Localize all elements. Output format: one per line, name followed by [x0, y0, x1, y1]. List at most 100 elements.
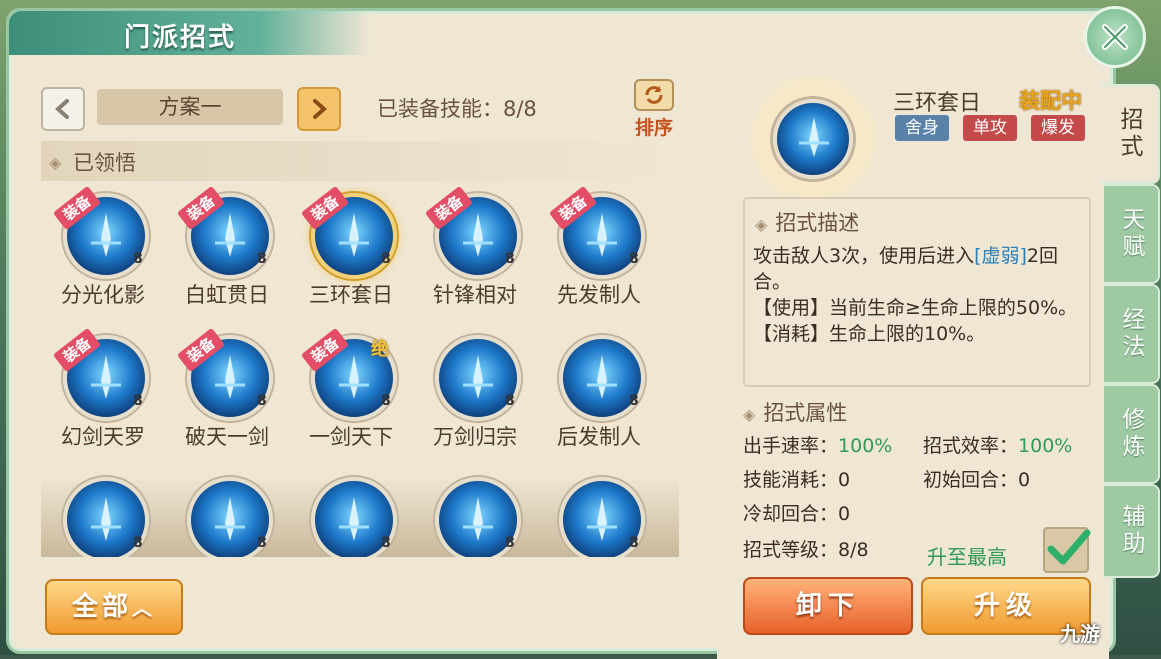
tab-cultivate[interactable]: 修炼: [1104, 384, 1160, 484]
description-line: 攻击敌人3次，使用后进入: [753, 245, 975, 267]
learned-label: 已领悟: [73, 151, 136, 175]
unequip-button[interactable]: 卸下: [743, 577, 913, 635]
skill-slot[interactable]: 8 万剑归宗: [413, 329, 533, 459]
sword-icon: [463, 355, 493, 399]
keyword-weak[interactable]: [虚弱]: [974, 245, 1027, 267]
close-icon: [1102, 24, 1128, 50]
checkmark-icon: [1047, 529, 1091, 565]
equip-status: 装配中: [1019, 89, 1082, 113]
skill-level: 8: [257, 535, 267, 551]
skill-level: 8: [381, 251, 391, 267]
skill-tag: 舍身: [895, 115, 949, 141]
description-header: ◈ 招式描述: [755, 207, 859, 237]
skill-level: 8: [629, 535, 639, 551]
attr-value: 100%: [1018, 435, 1073, 457]
refresh-icon: [634, 79, 674, 111]
title-bar: 门派招式: [9, 11, 369, 55]
attr-cooldown: 冷却回合：0: [743, 499, 850, 526]
attr-value: 8/8: [838, 539, 869, 561]
skill-level: 8: [381, 393, 391, 409]
skill-slot[interactable]: 装备 8 三环套日: [289, 187, 409, 317]
tab-assist[interactable]: 辅助: [1104, 484, 1160, 578]
close-button[interactable]: [1084, 6, 1146, 68]
skill-slot[interactable]: 8: [413, 471, 533, 557]
sort-button[interactable]: 排序: [631, 79, 677, 139]
skill-name: 破天一剑: [185, 425, 269, 449]
skill-slot[interactable]: 8: [41, 471, 161, 557]
sword-icon: [91, 213, 121, 257]
skill-slot[interactable]: 装备 8 破天一剑: [165, 327, 285, 459]
skill-level: 8: [133, 251, 143, 267]
sword-icon: [463, 213, 493, 257]
attr-speed: 出手速率：100%: [743, 431, 892, 458]
next-plan-button[interactable]: [297, 87, 341, 131]
description-header-label: 招式描述: [775, 211, 860, 235]
skill-list-area: 方案一 已装备技能：8/8 排序 ◈ 已领悟 装备 8 分光化影 装备 8 白虹贯日 装备 8…: [37, 73, 687, 563]
max-upgrade-checkbox[interactable]: [1043, 527, 1091, 573]
panel-title: 门派招式: [124, 23, 237, 53]
skill-slot[interactable]: 装备 8 针锋相对: [413, 187, 533, 317]
skill-slot[interactable]: 装备 8 先发制人: [537, 187, 657, 317]
skill-slot[interactable]: 装备绝 8 一剑天下: [289, 327, 409, 459]
skill-level: 8: [381, 535, 391, 551]
learned-section-header: ◈ 已领悟: [41, 141, 679, 181]
skill-slot[interactable]: 装备 8 幻剑天罗: [41, 327, 161, 459]
description-line: 【使用】当前生命≥生命上限的50%。: [753, 297, 1078, 319]
skill-tag: 爆发: [1031, 115, 1085, 141]
diamond-icon: ◈: [755, 215, 768, 234]
tab-scripture[interactable]: 经法: [1104, 284, 1160, 384]
chevron-right-icon: [313, 99, 328, 119]
attr-level: 招式等级：8/8: [743, 535, 869, 562]
tab-talent[interactable]: 天赋: [1104, 184, 1160, 284]
sword-icon: [587, 497, 617, 541]
diamond-icon: ◈: [49, 153, 62, 172]
attr-value: 0: [838, 503, 851, 525]
plan-name[interactable]: 方案一: [97, 89, 283, 125]
skill-slot[interactable]: 8: [537, 471, 657, 557]
filter-all-label: 全部: [71, 592, 132, 622]
watermark: 九游: [1060, 622, 1100, 646]
skill-name: 先发制人: [557, 283, 641, 307]
attr-label: 技能消耗：: [743, 469, 839, 491]
skill-level: 8: [505, 251, 515, 267]
skill-name: 幻剑天罗: [61, 425, 145, 449]
attr-label: 初始回合：: [923, 469, 1019, 491]
sword-icon: [587, 213, 617, 257]
attr-value: 0: [838, 469, 851, 491]
skill-tag: 单攻: [963, 115, 1017, 141]
sword-icon: [339, 213, 369, 257]
attr-label: 招式等级：: [743, 539, 839, 561]
skill-level: 8: [505, 393, 515, 409]
prev-plan-button[interactable]: [41, 87, 85, 131]
description-text: 攻击敌人3次，使用后进入[虚弱]2回合。 【使用】当前生命≥生命上限的50%。 …: [753, 243, 1083, 347]
skill-slot[interactable]: 装备 8 白虹贯日: [165, 187, 285, 317]
attributes-header: ◈ 招式属性: [743, 397, 847, 427]
skill-level: 8: [257, 251, 267, 267]
sword-icon: [463, 497, 493, 541]
skill-level: 8: [133, 393, 143, 409]
skill-slot[interactable]: 8 后发制人: [537, 329, 657, 459]
skill-name: 万剑归宗: [433, 425, 517, 449]
sword-icon: [215, 497, 245, 541]
skill-slot[interactable]: 8: [289, 471, 409, 557]
skill-slot[interactable]: 装备 8 分光化影: [41, 187, 161, 317]
skill-name: 三环套日: [309, 283, 393, 307]
tab-skills[interactable]: 招式: [1100, 84, 1160, 184]
sword-icon: [799, 117, 829, 157]
sword-icon: [215, 355, 245, 399]
attributes-header-label: 招式属性: [763, 401, 848, 425]
skill-level: 8: [505, 535, 515, 551]
filter-all-button[interactable]: 全部︿: [45, 579, 183, 635]
attr-label: 招式效率：: [923, 435, 1019, 457]
sword-icon: [91, 497, 121, 541]
chevron-left-icon: [54, 99, 69, 119]
sort-label: 排序: [634, 117, 673, 139]
skill-title: 三环套日: [893, 91, 982, 116]
skill-name: 针锋相对: [433, 283, 517, 307]
skill-slot[interactable]: 8: [165, 471, 285, 557]
equipped-count: 已装备技能：8/8: [377, 97, 537, 121]
skill-name: 分光化影: [61, 283, 145, 307]
skill-level: 8: [257, 393, 267, 409]
sword-icon: [587, 355, 617, 399]
description-line: 【消耗】生命上限的10%。: [753, 323, 986, 345]
